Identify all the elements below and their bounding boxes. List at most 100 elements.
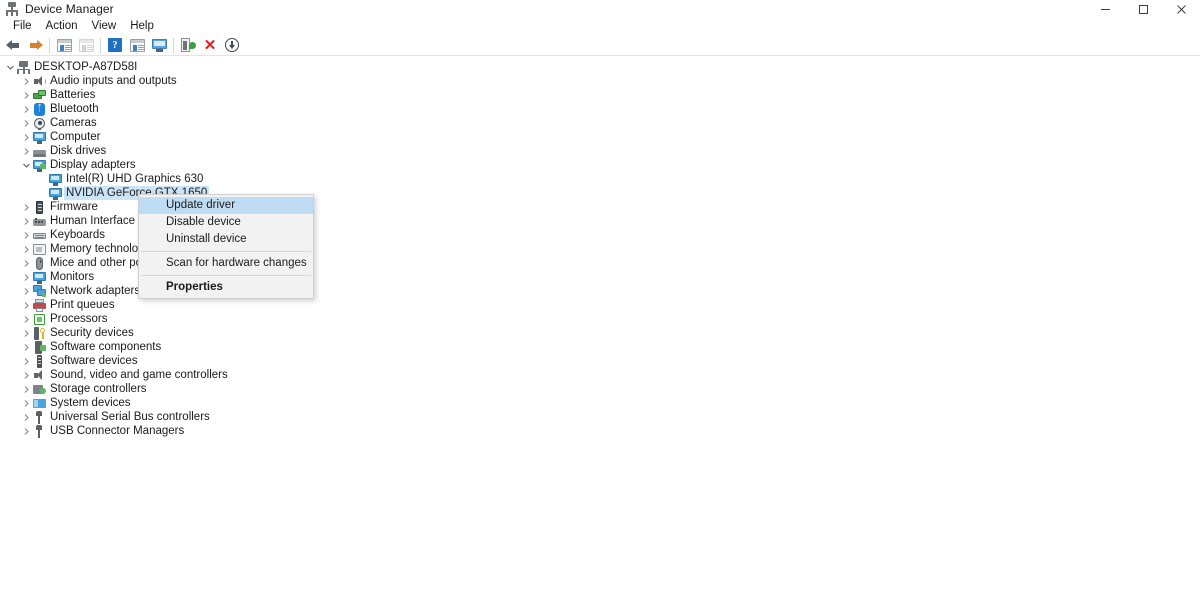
scan-hardware-changes-button[interactable] xyxy=(221,35,243,55)
bluetooth-icon: ᛏ xyxy=(33,102,46,116)
tree-item[interactable]: System devices xyxy=(0,396,1200,410)
firmware-icon xyxy=(33,200,46,214)
context-menu-item-properties[interactable]: Properties xyxy=(139,279,313,296)
forward-arrow-icon xyxy=(28,39,43,52)
chevron-right-icon[interactable] xyxy=(20,91,33,100)
memory-icon xyxy=(33,243,46,256)
tree-item[interactable]: Universal Serial Bus controllers xyxy=(0,410,1200,424)
uninstall-device-button[interactable]: ✕ xyxy=(199,35,221,55)
chevron-right-icon[interactable] xyxy=(20,399,33,408)
tree-item[interactable]: Print queues xyxy=(0,298,1200,312)
tree-item-label: Audio inputs and outputs xyxy=(50,75,177,87)
sound-icon xyxy=(33,369,46,382)
chevron-right-icon[interactable] xyxy=(20,315,33,324)
chevron-right-icon[interactable] xyxy=(20,385,33,394)
printer-icon xyxy=(33,298,46,312)
uninstall-x-icon: ✕ xyxy=(203,36,217,54)
maximize-button[interactable] xyxy=(1124,0,1162,18)
properties-icon xyxy=(56,38,72,52)
forward-button[interactable] xyxy=(24,35,46,55)
menu-action[interactable]: Action xyxy=(39,18,85,35)
context-menu-item-update-driver[interactable]: Update driver xyxy=(139,197,313,214)
menu-file[interactable]: File xyxy=(6,18,39,35)
chevron-right-icon[interactable] xyxy=(20,371,33,380)
scan-display-button[interactable] xyxy=(148,35,170,55)
chevron-right-icon[interactable] xyxy=(20,287,33,296)
toolbar-separator xyxy=(173,37,174,53)
tree-item-label: Sound, video and game controllers xyxy=(50,369,228,381)
chevron-right-icon[interactable] xyxy=(20,133,33,142)
window-controls xyxy=(1086,0,1200,18)
chevron-down-icon[interactable] xyxy=(4,63,17,72)
menu-help[interactable]: Help xyxy=(123,18,161,35)
chevron-right-icon[interactable] xyxy=(20,105,33,114)
tree-item-label: Processors xyxy=(50,313,108,325)
tree-item-label: Software components xyxy=(50,341,162,353)
chevron-right-icon[interactable] xyxy=(20,245,33,254)
chevron-right-icon[interactable] xyxy=(20,343,33,352)
tree-item[interactable]: Computer xyxy=(0,130,1200,144)
tree-item[interactable]: USB Connector Managers xyxy=(0,424,1200,438)
gpu-icon xyxy=(49,173,62,186)
tree-item-label: Keyboards xyxy=(50,229,105,241)
tree-item[interactable]: Audio inputs and outputs xyxy=(0,74,1200,88)
window-title: Device Manager xyxy=(25,2,114,16)
chevron-right-icon[interactable] xyxy=(20,427,33,436)
chevron-right-icon[interactable] xyxy=(20,231,33,240)
save-button[interactable] xyxy=(75,35,97,55)
speaker-icon xyxy=(33,75,46,88)
chevron-right-icon[interactable] xyxy=(20,301,33,310)
network-icon xyxy=(33,284,46,298)
tree-item[interactable]: Storage controllers xyxy=(0,382,1200,396)
download-circle-icon xyxy=(225,38,239,52)
title-bar: Device Manager xyxy=(0,0,1200,18)
update-driver-button[interactable] xyxy=(177,35,199,55)
tree-item[interactable]: Software devices xyxy=(0,354,1200,368)
tree-item[interactable]: ᛏ Bluetooth xyxy=(0,102,1200,116)
context-menu-item-scan-for-hardware-changes[interactable]: Scan for hardware changes xyxy=(139,255,313,272)
minimize-button[interactable] xyxy=(1086,0,1124,18)
monitor-icon xyxy=(33,131,46,144)
software-component-icon xyxy=(33,340,46,354)
tree-item[interactable]: Software components xyxy=(0,340,1200,354)
chevron-right-icon[interactable] xyxy=(20,357,33,366)
tree-root-item[interactable]: DESKTOP-A87D58I xyxy=(0,60,1200,74)
help-button[interactable]: ? xyxy=(104,35,126,55)
show-hide-console-tree-button[interactable] xyxy=(126,35,148,55)
chevron-right-icon[interactable] xyxy=(20,119,33,128)
chevron-right-icon[interactable] xyxy=(20,413,33,422)
tree-item[interactable]: Display adapters xyxy=(0,158,1200,172)
chevron-right-icon[interactable] xyxy=(20,203,33,212)
context-menu-item-disable-device[interactable]: Disable device xyxy=(139,214,313,231)
close-button[interactable] xyxy=(1162,0,1200,18)
tree-item[interactable]: Batteries xyxy=(0,88,1200,102)
tree-item-label: Bluetooth xyxy=(50,103,99,115)
chevron-right-icon[interactable] xyxy=(20,273,33,282)
chevron-right-icon[interactable] xyxy=(20,147,33,156)
properties-button[interactable] xyxy=(53,35,75,55)
toolbar-separator xyxy=(49,37,50,53)
tree-item[interactable]: Disk drives xyxy=(0,144,1200,158)
tree-item[interactable]: Sound, video and game controllers xyxy=(0,368,1200,382)
tree-item[interactable]: Intel(R) UHD Graphics 630 xyxy=(0,172,1200,186)
tree-item-label: Intel(R) UHD Graphics 630 xyxy=(66,173,204,185)
tree-item-label: Print queues xyxy=(50,299,115,311)
context-menu-separator xyxy=(141,251,311,252)
back-button[interactable] xyxy=(2,35,24,55)
chevron-right-icon[interactable] xyxy=(20,77,33,86)
chevron-right-icon[interactable] xyxy=(20,329,33,338)
chevron-right-icon[interactable] xyxy=(20,217,33,226)
chevron-down-icon[interactable] xyxy=(20,161,33,170)
chevron-right-icon[interactable] xyxy=(20,259,33,268)
tree-item[interactable]: Processors xyxy=(0,312,1200,326)
battery-icon xyxy=(33,89,46,102)
tree-item-label: System devices xyxy=(50,397,131,409)
tree-item[interactable]: Cameras xyxy=(0,116,1200,130)
context-menu-item-uninstall-device[interactable]: Uninstall device xyxy=(139,231,313,248)
context-menu[interactable]: Update driver Disable device Uninstall dev… xyxy=(138,194,314,299)
device-tree[interactable]: DESKTOP-A87D58I Audio inputs and outputs B… xyxy=(0,56,1200,601)
menu-view[interactable]: View xyxy=(85,18,124,35)
tree-item[interactable]: Security devices xyxy=(0,326,1200,340)
tree-item-label: Disk drives xyxy=(50,145,107,157)
tree-item-label: Network adapters xyxy=(50,285,141,297)
